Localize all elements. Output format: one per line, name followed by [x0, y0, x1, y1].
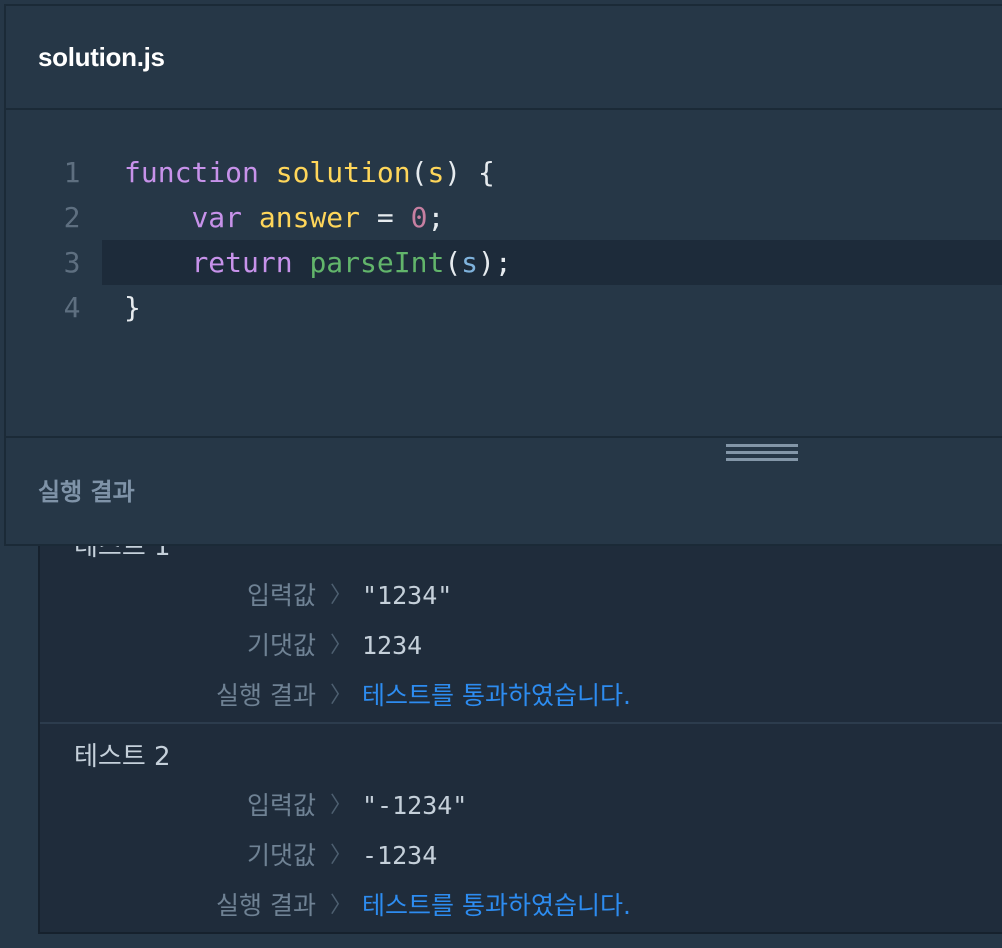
paren-brace: ) { [444, 156, 495, 189]
operator: = [360, 201, 411, 234]
input-label: 입력값 [246, 791, 316, 820]
code-line-1[interactable]: 1 function solution(s) { [6, 150, 1002, 195]
result-value: 테스트를 통과하였습니다. [362, 891, 631, 920]
line-number: 2 [63, 201, 81, 234]
number: 0 [410, 201, 428, 234]
semicolon: ; [427, 201, 445, 234]
input-row: 입력값 〉 "1234" [40, 576, 1002, 616]
param: s [461, 246, 479, 279]
code-line-3[interactable]: 3 return parseInt(s); [6, 240, 1002, 285]
paren-semicolon: ); [478, 246, 512, 279]
chevron-right-icon: 〉 [330, 893, 353, 918]
divider [40, 722, 1002, 724]
expected-value: 1234 [362, 631, 423, 660]
input-value: "-1234" [362, 791, 468, 820]
code-line-4[interactable]: 4 } [6, 285, 1002, 330]
builtin-function: parseInt [309, 246, 445, 279]
expected-row: 기댓값 〉 1234 [40, 626, 1002, 666]
keyword: return [191, 246, 293, 279]
result-row: 실행 결과 〉 테스트를 통과하였습니다. [40, 676, 1002, 716]
input-value: "1234" [362, 581, 453, 610]
chevron-right-icon: 〉 [330, 583, 353, 608]
test-title: 테스트 2 [74, 742, 171, 772]
result-value: 테스트를 통과하였습니다. [362, 681, 631, 710]
test-title: 테스트 1 [74, 546, 171, 562]
code-line-2[interactable]: 2 var answer = 0; [6, 195, 1002, 240]
expected-value: -1234 [362, 841, 438, 870]
results-header: 실행 결과 [4, 438, 1002, 546]
chevron-right-icon: 〉 [330, 633, 353, 658]
result-label: 실행 결과 [216, 891, 316, 920]
expected-label: 기댓값 [246, 631, 316, 660]
chevron-right-icon: 〉 [330, 843, 353, 868]
paren: ( [444, 246, 462, 279]
results-panel[interactable]: 테스트 1 입력값 〉 "1234" 기댓값 〉 1234 실행 결과 〉 테스… [38, 546, 1002, 934]
keyword: var [191, 201, 243, 234]
chevron-right-icon: 〉 [330, 793, 353, 818]
variable-name: answer [258, 201, 361, 234]
expected-label: 기댓값 [246, 841, 316, 870]
input-row: 입력값 〉 "-1234" [40, 786, 1002, 826]
chevron-right-icon: 〉 [330, 683, 353, 708]
paren: ( [410, 156, 428, 189]
editor-header: solution.js [4, 4, 1002, 110]
input-label: 입력값 [246, 581, 316, 610]
expected-row: 기댓값 〉 -1234 [40, 836, 1002, 876]
code-editor[interactable]: 1 function solution(s) { 2 var answer = … [4, 110, 1002, 438]
line-number: 1 [63, 156, 81, 189]
file-title: solution.js [38, 42, 165, 72]
line-number: 3 [63, 246, 81, 279]
drag-handle-icon[interactable] [726, 444, 798, 462]
param: s [427, 156, 445, 189]
results-title: 실행 결과 [38, 478, 135, 506]
line-number: 4 [63, 291, 81, 324]
result-row: 실행 결과 〉 테스트를 통과하였습니다. [40, 886, 1002, 926]
closing-brace: } [124, 291, 141, 324]
keyword: function [124, 156, 259, 189]
function-name: solution [275, 156, 411, 189]
result-label: 실행 결과 [216, 681, 316, 710]
